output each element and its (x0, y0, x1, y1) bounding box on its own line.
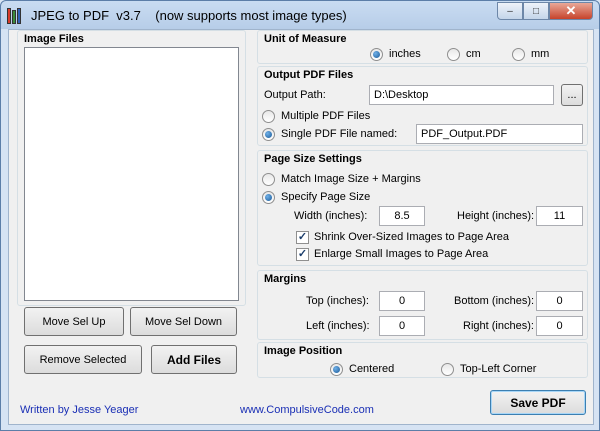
enlarge-images-checkbox[interactable]: ✓ (296, 248, 309, 261)
margin-bottom-label: Bottom (inches): (454, 295, 535, 307)
remove-selected-button[interactable]: Remove Selected (24, 345, 142, 374)
image-files-list[interactable] (24, 47, 239, 301)
specify-page-size-radio[interactable] (262, 191, 275, 204)
app-window: JPEG to PDF v3.7 (now supports most imag… (0, 0, 600, 431)
margin-right-label: Right (inches): (463, 320, 534, 332)
multiple-pdf-label[interactable]: Multiple PDF Files (281, 110, 370, 122)
maximize-button[interactable]: □ (523, 2, 549, 20)
top-left-corner-label[interactable]: Top-Left Corner (460, 363, 536, 375)
margin-left-label: Left (inches): (306, 320, 370, 332)
shrink-images-checkbox[interactable]: ✓ (296, 231, 309, 244)
single-pdf-label[interactable]: Single PDF File named: (281, 128, 397, 140)
output-title: Output PDF Files (264, 69, 354, 81)
match-image-size-label[interactable]: Match Image Size + Margins (281, 173, 421, 185)
match-image-size-radio[interactable] (262, 173, 275, 186)
height-input[interactable]: 11 (536, 206, 583, 226)
centered-label[interactable]: Centered (349, 363, 394, 375)
page-size-title: Page Size Settings (264, 153, 362, 165)
unit-inches-radio[interactable] (370, 48, 383, 61)
image-position-title: Image Position (264, 345, 343, 357)
margin-left-input[interactable]: 0 (379, 316, 425, 336)
single-pdf-radio[interactable] (262, 128, 275, 141)
width-label: Width (inches): (294, 210, 368, 222)
browse-button[interactable]: ... (561, 84, 583, 106)
output-path-input[interactable]: D:\Desktop (369, 85, 554, 105)
margins-title: Margins (264, 273, 307, 285)
margins-group: Margins Top (inches): 0 Bottom (inches):… (257, 270, 588, 340)
move-up-button[interactable]: Move Sel Up (24, 307, 124, 336)
unit-title: Unit of Measure (264, 33, 347, 45)
specify-page-size-label[interactable]: Specify Page Size (281, 191, 370, 203)
unit-cm-radio[interactable] (447, 48, 460, 61)
single-pdf-name-input[interactable]: PDF_Output.PDF (416, 124, 583, 144)
output-group: Output PDF Files Output Path: D:\Desktop… (257, 66, 588, 146)
move-down-button[interactable]: Move Sel Down (130, 307, 237, 336)
title-bar[interactable]: JPEG to PDF v3.7 (now supports most imag… (1, 1, 599, 29)
centered-radio[interactable] (330, 363, 343, 376)
margin-top-input[interactable]: 0 (379, 291, 425, 311)
app-icon (7, 6, 25, 24)
unit-group: Unit of Measure inches cm mm (257, 30, 588, 64)
website-link[interactable]: www.CompulsiveCode.com (240, 404, 374, 416)
window-title: JPEG to PDF v3.7 (now supports most imag… (31, 8, 347, 23)
width-input[interactable]: 8.5 (379, 206, 425, 226)
shrink-images-label[interactable]: Shrink Over-Sized Images to Page Area (314, 231, 509, 243)
unit-mm-label[interactable]: mm (531, 48, 549, 60)
page-size-group: Page Size Settings Match Image Size + Ma… (257, 150, 588, 266)
unit-mm-radio[interactable] (512, 48, 525, 61)
image-files-group: Image Files (17, 30, 246, 306)
unit-inches-label[interactable]: inches (389, 48, 421, 60)
multiple-pdf-radio[interactable] (262, 110, 275, 123)
save-pdf-button[interactable]: Save PDF (490, 390, 586, 415)
margin-right-input[interactable]: 0 (536, 316, 583, 336)
close-button[interactable]: ✕ (549, 2, 593, 20)
image-files-title: Image Files (24, 33, 84, 45)
margin-top-label: Top (inches): (306, 295, 369, 307)
height-label: Height (inches): (457, 210, 535, 222)
enlarge-images-label[interactable]: Enlarge Small Images to Page Area (314, 248, 488, 260)
top-left-corner-radio[interactable] (441, 363, 454, 376)
output-path-label: Output Path: (264, 89, 326, 101)
unit-cm-label[interactable]: cm (466, 48, 481, 60)
image-position-group: Image Position Centered Top-Left Corner (257, 342, 588, 378)
client-area: Image Files Move Sel Up Move Sel Down Re… (8, 29, 594, 425)
author-link[interactable]: Written by Jesse Yeager (20, 404, 138, 416)
minimize-button[interactable]: – (497, 2, 523, 20)
margin-bottom-input[interactable]: 0 (536, 291, 583, 311)
add-files-button[interactable]: Add Files (151, 345, 237, 374)
